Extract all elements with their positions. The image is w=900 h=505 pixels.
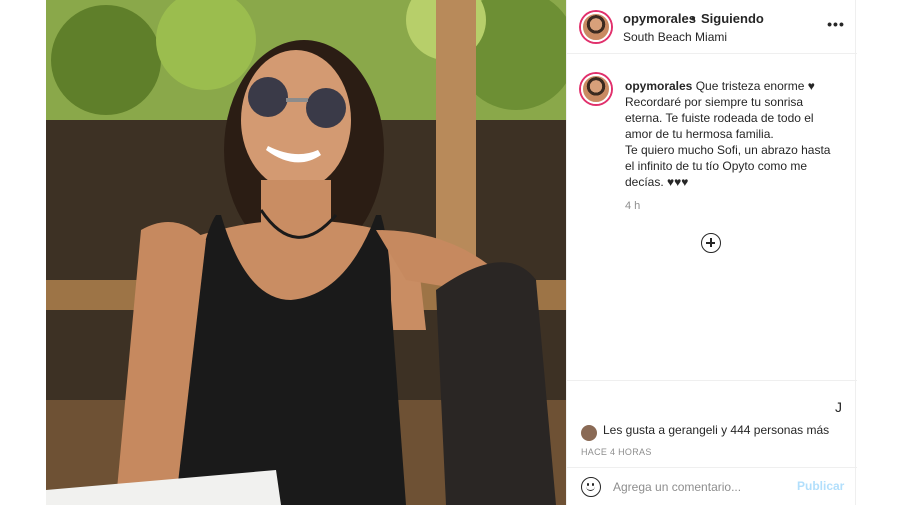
caption-author-avatar[interactable]	[581, 74, 611, 104]
comment-input[interactable]	[613, 477, 793, 497]
likes-section: J Les gusta a gerangeli y 444 personas m…	[567, 380, 857, 441]
caption-line-7: decías. ♥♥♥	[625, 175, 689, 189]
post-timestamp[interactable]: HACE 4 HORAS	[581, 447, 652, 457]
post-side-panel: opymorales • Siguiendo South Beach Miami…	[566, 0, 857, 505]
caption-line-6: el infinito de tu tío Opyto como me	[625, 159, 808, 173]
caption-username[interactable]: opymorales	[625, 79, 692, 93]
likes-summary[interactable]: Les gusta a gerangeli y 444 personas más	[603, 423, 853, 437]
author-username[interactable]: opymorales	[623, 11, 696, 26]
caption-line-5: Te quiero mucho Sofi, un abrazo hasta	[625, 143, 831, 157]
emoji-picker-icon[interactable]	[581, 477, 601, 497]
save-bookmark-icon[interactable]: J	[835, 399, 842, 415]
post-caption: opymorales Que tristeza enorme ♥ Recorda…	[567, 54, 857, 414]
publish-button[interactable]: Publicar	[797, 479, 844, 493]
caption-line-2: Recordaré por siempre tu sonrisa	[625, 95, 804, 109]
liker-avatar	[581, 425, 597, 441]
separator-dot: •	[691, 11, 696, 26]
caption-time[interactable]: 4 h	[625, 200, 640, 212]
caption-line-1: Que tristeza enorme ♥	[695, 79, 815, 93]
caption-line-4: amor de tu hermosa familia.	[625, 127, 774, 141]
comment-bar: Publicar	[567, 467, 857, 505]
load-more-comments-icon[interactable]	[701, 233, 721, 253]
post-location[interactable]: South Beach Miami	[623, 30, 727, 44]
post-header: opymorales • Siguiendo South Beach Miami…	[567, 0, 857, 54]
caption-line-3: eterna. Te fuiste rodeada de todo el	[625, 111, 814, 125]
more-options-icon[interactable]: •••	[825, 16, 847, 36]
post-photo-illustration	[46, 0, 566, 505]
follow-status-button[interactable]: Siguiendo	[701, 11, 764, 26]
emoji-mouth	[586, 486, 595, 491]
caption-text: opymorales Que tristeza enorme ♥ Recorda…	[625, 78, 847, 190]
post-photo[interactable]	[46, 0, 566, 505]
author-avatar[interactable]	[581, 12, 611, 42]
